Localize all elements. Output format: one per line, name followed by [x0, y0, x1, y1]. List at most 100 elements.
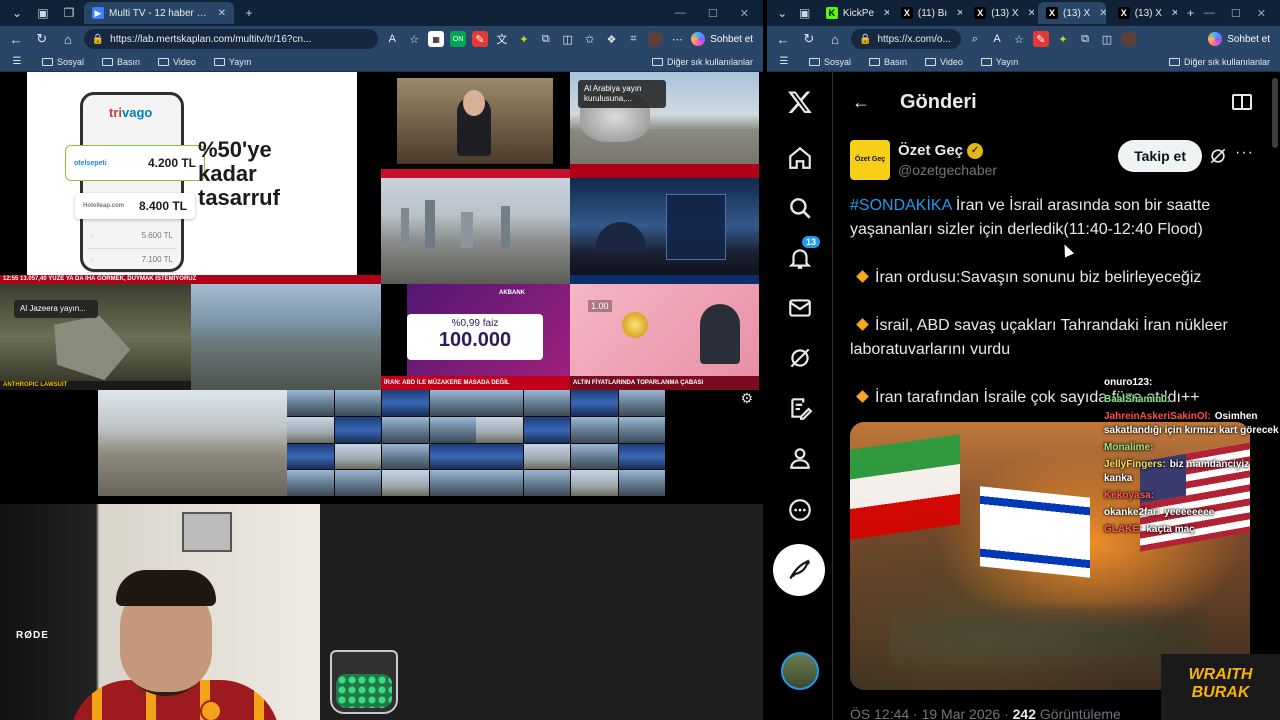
tv-tile-al-jazeera[interactable]: Al Jazeera yayın... ANTHROPIC LAWSUIT	[0, 284, 191, 390]
bookmark-folder-yayin[interactable]: Yayın	[213, 57, 251, 67]
profile-avatar[interactable]	[1121, 31, 1137, 47]
copilot-chat-button[interactable]: Sohbet et	[691, 32, 757, 46]
close-tab-icon[interactable]: ✕	[1028, 8, 1034, 19]
tv-tile-mosque[interactable]	[570, 178, 759, 284]
back-icon[interactable]: ←	[773, 29, 793, 49]
extension-3-icon[interactable]: ✎	[1033, 31, 1049, 47]
extensions-icon[interactable]: ⧉	[538, 31, 554, 47]
home-nav-icon[interactable]	[784, 142, 816, 174]
tab-actions-icon[interactable]: ⌄	[6, 2, 28, 24]
bookmark-folder-yayin[interactable]: Yayın	[980, 57, 1018, 67]
maximize-icon[interactable]: ☐	[1231, 7, 1241, 20]
messages-mail-icon[interactable]	[784, 292, 816, 324]
tab-x-1[interactable]: X (11) Bı ✕	[893, 2, 962, 24]
tab-x-3[interactable]: X (13) X ✕	[1038, 2, 1106, 24]
refresh-icon[interactable]: ↻	[32, 29, 52, 49]
refresh-icon[interactable]: ↻	[799, 29, 819, 49]
sidebar-toggle-icon[interactable]: ☰	[777, 52, 791, 72]
tv-tile-sea[interactable]	[191, 284, 381, 390]
communities-edit-icon[interactable]	[784, 392, 816, 424]
workspaces-icon[interactable]: ▣	[795, 2, 813, 24]
address-bar[interactable]: 🔒 https://x.com/o...	[851, 29, 961, 49]
screenshot-icon[interactable]: ⌗	[625, 31, 641, 47]
translate-icon[interactable]: 文	[494, 31, 510, 47]
extension-3-icon[interactable]: ✎	[472, 31, 488, 47]
more-options-icon[interactable]	[784, 494, 816, 526]
notifications-bell-icon[interactable]: 13	[784, 236, 820, 274]
zoom-icon[interactable]: ⌕	[967, 31, 983, 47]
close-tab-icon[interactable]: ✕	[883, 8, 889, 19]
reader-icon[interactable]: A	[989, 31, 1005, 47]
extensions-icon[interactable]: ⧉	[1077, 31, 1093, 47]
other-bookmarks[interactable]: Diğer sık kullanılanlar	[1168, 57, 1270, 67]
close-window-icon[interactable]: ✕	[1257, 7, 1266, 20]
back-icon[interactable]: ←	[6, 29, 26, 49]
page-scrollbar[interactable]	[1272, 78, 1278, 148]
address-bar[interactable]: 🔒 https://lab.mertskaplan.com/multitv/tr…	[83, 29, 379, 49]
close-tab-icon[interactable]: ✕	[1171, 8, 1177, 19]
settings-gear-icon[interactable]: ⚙	[740, 390, 753, 407]
copilot-chat-button[interactable]: Sohbet et	[1208, 32, 1274, 46]
profile-avatar[interactable]	[647, 31, 664, 47]
home-icon[interactable]: ⌂	[58, 29, 78, 49]
favorite-star-icon[interactable]: ☆	[1011, 31, 1027, 47]
grok-explain-icon[interactable]	[1208, 146, 1228, 166]
grok-icon[interactable]	[784, 342, 816, 374]
minimize-icon[interactable]: —	[1204, 7, 1215, 20]
reader-icon[interactable]: A	[384, 31, 400, 47]
sidebar-toggle-icon[interactable]: ☰	[10, 52, 24, 72]
favorites-icon[interactable]: ✩	[582, 31, 598, 47]
profile-person-icon[interactable]	[784, 442, 816, 474]
extension-4-icon[interactable]: ✦	[1055, 31, 1071, 47]
split-screen-icon[interactable]: ◫	[1099, 31, 1115, 47]
author-handle[interactable]: @ozetgechaber	[898, 162, 997, 178]
explore-search-icon[interactable]	[784, 192, 816, 224]
tv-tile-camera-mosaic-2[interactable]	[476, 390, 665, 496]
bookmark-folder-basin[interactable]: Basın	[102, 57, 140, 67]
extension-2-icon[interactable]: ON	[450, 31, 467, 47]
more-menu-icon[interactable]: ···	[1235, 144, 1254, 162]
new-tab-icon[interactable]: +	[1181, 2, 1199, 24]
bookmark-folder-sosyal[interactable]: Sosyal	[42, 57, 84, 67]
x-logo-icon[interactable]	[784, 86, 816, 118]
reader-mode-icon[interactable]	[1232, 94, 1252, 110]
bookmark-folder-video[interactable]: Video	[925, 57, 963, 67]
post-timestamp[interactable]: ÖS 12:44 · 19 Mar 2026 ·	[850, 706, 1013, 720]
close-tab-icon[interactable]: ✕	[956, 8, 962, 19]
tv-tile-gold[interactable]: 1.00 ALTIN FİYATLARINDA TOPARLANMA ÇABAS…	[570, 284, 759, 390]
tv-tile-trivago-ad[interactable]: trivago otelsepeti 4.200 TL Hotelleap.com…	[0, 72, 381, 284]
tab-actions-icon[interactable]: ⌄	[773, 2, 791, 24]
workspaces-icon[interactable]: ▣	[32, 2, 54, 24]
maximize-icon[interactable]: ☐	[708, 7, 718, 20]
tv-tile-interview[interactable]	[381, 72, 570, 178]
new-tab-icon[interactable]: +	[238, 2, 260, 24]
tab-groups-icon[interactable]: ❐	[58, 2, 80, 24]
close-tab-icon[interactable]: ✕	[1099, 8, 1105, 19]
tv-tile-al-arabiya[interactable]: Al Arabiya yayın kurulusuna,...	[570, 72, 759, 178]
collections-icon[interactable]: ❖	[604, 31, 620, 47]
author-name[interactable]: Özet Geç ✓	[898, 142, 984, 159]
bookmark-folder-video[interactable]: Video	[158, 57, 196, 67]
tab-kick[interactable]: K KickPe ✕	[818, 2, 889, 24]
hashtag-link[interactable]: #SONDAKİKA	[850, 197, 951, 214]
tab-x-2[interactable]: X (13) X ✕	[966, 2, 1034, 24]
account-avatar[interactable]	[781, 652, 819, 690]
tab-x-4[interactable]: X (13) X ✕	[1110, 2, 1177, 24]
tab-multitv[interactable]: ▶ Multi TV - 12 haber kanalını aynı a ✕	[84, 2, 234, 24]
bookmark-folder-basin[interactable]: Basın	[869, 57, 907, 67]
minimize-icon[interactable]: —	[675, 7, 686, 20]
favorite-star-icon[interactable]: ☆	[406, 31, 422, 47]
menu-icon[interactable]: ⋯	[669, 31, 685, 47]
extension-1-icon[interactable]: ▦	[428, 31, 445, 47]
back-arrow-icon[interactable]: ←	[852, 92, 870, 113]
close-tab-icon[interactable]: ✕	[218, 8, 226, 19]
tv-tile-akbank-ad[interactable]: AKBANK %0,99 faiz 100.000 İRAN: ABD İLE …	[381, 284, 570, 390]
tv-tile-jerusalem[interactable]	[98, 390, 287, 496]
author-avatar[interactable]: Özet Geç	[850, 140, 890, 180]
home-icon[interactable]: ⌂	[825, 29, 845, 49]
close-window-icon[interactable]: ✕	[740, 7, 749, 20]
tv-tile-camera-mosaic-1[interactable]	[287, 390, 476, 496]
extension-4-icon[interactable]: ✦	[516, 31, 532, 47]
tv-tile-skyline[interactable]	[381, 178, 570, 284]
split-screen-icon[interactable]: ◫	[560, 31, 576, 47]
